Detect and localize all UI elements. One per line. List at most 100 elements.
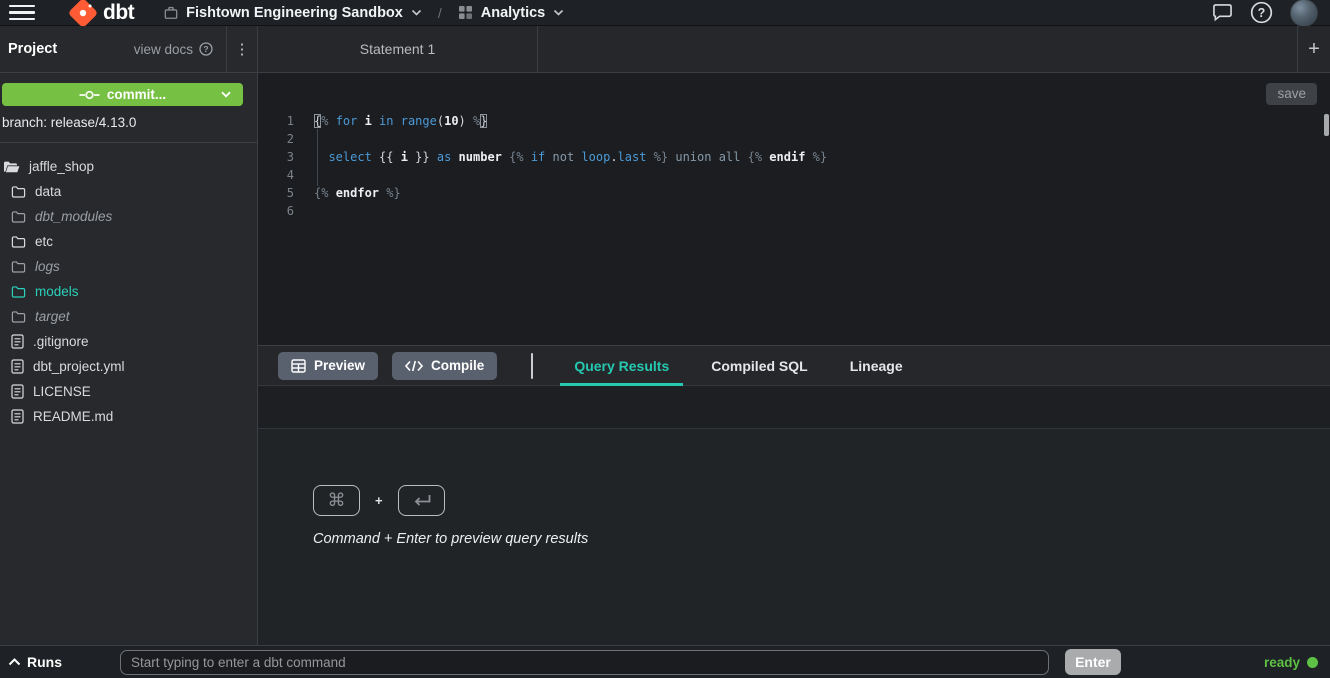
- tree-item-jaffle-shop[interactable]: jaffle_shop: [0, 154, 257, 179]
- file-icon: [11, 359, 24, 374]
- code-content: 1 {% for i in range(10) %} 23 select {{ i …: [258, 73, 1330, 220]
- line-number: 5: [258, 184, 294, 202]
- tab-statement-1[interactable]: Statement 1: [258, 26, 538, 72]
- file-tree: jaffle_shopdata dbt_modulesetc logs models t…: [0, 143, 257, 429]
- code-editor[interactable]: save 1{% for i in range(10) %}23 select …: [258, 73, 1330, 345]
- dbt-cloud-ide: dbt Fishtown Engineering Sandbox / Analy…: [0, 0, 1330, 678]
- help-icon[interactable]: ?: [1250, 1, 1273, 24]
- tree-item-label: data: [35, 184, 61, 199]
- preview-button[interactable]: Preview: [278, 352, 378, 380]
- tree-item--gitignore[interactable]: .gitignore: [0, 329, 257, 354]
- topbar-actions: ?: [1212, 0, 1318, 27]
- breadcrumb-separator: /: [438, 5, 442, 21]
- sidebar-title: Project: [8, 41, 57, 57]
- folder-icon: [11, 285, 26, 299]
- tab-lineage[interactable]: Lineage: [829, 346, 924, 386]
- file-icon: [11, 334, 24, 349]
- tree-item-readme-md[interactable]: README.md: [0, 404, 257, 429]
- tree-item-logs[interactable]: logs: [0, 254, 257, 279]
- account-switcher[interactable]: Fishtown Engineering Sandbox: [186, 5, 403, 21]
- tree-item-label: README.md: [33, 409, 113, 424]
- results-panel: Preview Compile Query Results Compiled S…: [258, 345, 1330, 645]
- line-number: 4: [258, 166, 294, 184]
- svg-text:?: ?: [1258, 6, 1266, 20]
- code-line-2[interactable]: 2: [258, 130, 1330, 148]
- project-switcher[interactable]: Analytics: [481, 5, 545, 21]
- folder-icon: [11, 210, 26, 224]
- line-number: 2: [258, 130, 294, 148]
- tree-item-dbt-modules[interactable]: dbt_modules: [0, 204, 257, 229]
- chat-icon[interactable]: [1212, 3, 1233, 22]
- chevron-up-icon: [8, 658, 21, 666]
- folder-icon: [11, 260, 26, 274]
- code-text: {% for i in range(10) %}: [314, 112, 487, 130]
- tree-item-data[interactable]: data: [0, 179, 257, 204]
- enter-button[interactable]: Enter: [1065, 649, 1121, 675]
- view-docs-link[interactable]: view docs ?: [134, 42, 213, 57]
- tree-item-target[interactable]: target: [0, 304, 257, 329]
- tree-item-license[interactable]: LICENSE: [0, 379, 257, 404]
- line-number: 6: [258, 202, 294, 220]
- results-header-strip: [258, 386, 1330, 429]
- tree-item-label: logs: [35, 259, 60, 274]
- return-key-icon: [398, 485, 445, 516]
- tree-item-label: etc: [35, 234, 53, 249]
- file-icon: [11, 409, 24, 424]
- product-name: dbt: [103, 1, 134, 25]
- line-number: 1: [258, 112, 294, 130]
- breadcrumb: Fishtown Engineering Sandbox / Analytics: [164, 5, 564, 21]
- editor-tab-bar: Statement 1 +: [258, 26, 1330, 73]
- runs-toggle[interactable]: Runs: [8, 654, 62, 670]
- plus-sign: +: [375, 493, 383, 508]
- compile-button[interactable]: Compile: [392, 352, 497, 380]
- user-avatar[interactable]: [1290, 0, 1318, 27]
- results-toolbar: Preview Compile Query Results Compiled S…: [258, 346, 1330, 386]
- dbt-logo-icon: [68, 0, 98, 28]
- tree-item-label: target: [35, 309, 70, 324]
- divider: [531, 353, 533, 379]
- tree-item-etc[interactable]: etc: [0, 229, 257, 254]
- tree-item-models[interactable]: models: [0, 279, 257, 304]
- tab-query-results[interactable]: Query Results: [553, 346, 690, 386]
- folder-icon: [11, 185, 26, 199]
- tree-item-label: dbt_project.yml: [33, 359, 125, 374]
- commit-button[interactable]: commit...: [2, 83, 243, 106]
- tab-compiled-sql[interactable]: Compiled SQL: [690, 346, 828, 386]
- line-number: 3: [258, 148, 294, 166]
- code-line-5[interactable]: 5 {% endfor %}: [258, 184, 1330, 202]
- dbt-command-input[interactable]: [120, 650, 1049, 675]
- folder-open-icon: [3, 160, 20, 174]
- new-tab-button[interactable]: +: [1308, 39, 1320, 59]
- sidebar-header: Project view docs ? ⋮: [0, 26, 257, 73]
- svg-text:?: ?: [203, 44, 208, 54]
- tree-item-label: .gitignore: [33, 334, 89, 349]
- grid-icon: [458, 5, 473, 20]
- briefcase-icon: [164, 6, 178, 20]
- folder-icon: [11, 310, 26, 324]
- editor-scrollbar[interactable]: [1324, 114, 1329, 136]
- tree-item-dbt-project-yml[interactable]: dbt_project.yml: [0, 354, 257, 379]
- status-label: ready: [1264, 655, 1300, 670]
- folder-icon: [11, 235, 26, 249]
- tree-item-label: jaffle_shop: [29, 159, 94, 174]
- code-text: {% endfor %}: [314, 184, 401, 202]
- code-line-6[interactable]: 6: [258, 202, 1330, 220]
- code-line-4[interactable]: 4: [258, 166, 1330, 184]
- top-bar: dbt Fishtown Engineering Sandbox / Analy…: [0, 0, 1330, 26]
- chevron-down-icon: [221, 91, 231, 98]
- new-tab-zone: +: [1297, 26, 1330, 72]
- project-sidebar: Project view docs ? ⋮ commit... bra: [0, 26, 258, 645]
- code-text: select {{ i }} as number {% if not loop.…: [314, 148, 827, 166]
- table-icon: [291, 359, 306, 373]
- hamburger-menu-icon[interactable]: [9, 4, 35, 22]
- status-dot-icon: [1307, 657, 1318, 668]
- connection-status: ready: [1264, 655, 1318, 670]
- main-panel: Statement 1 + save 1{% for i in range(10…: [258, 26, 1330, 645]
- chevron-down-icon[interactable]: [411, 9, 422, 16]
- help-circle-icon: ?: [199, 42, 213, 56]
- chevron-down-icon[interactable]: [553, 9, 564, 16]
- status-bar: Runs Enter ready: [0, 645, 1330, 678]
- code-line-1[interactable]: 1 {% for i in range(10) %}: [258, 112, 1330, 130]
- code-line-3[interactable]: 3 select {{ i }} as number {% if not loo…: [258, 148, 1330, 166]
- sidebar-menu-icon[interactable]: ⋮: [227, 26, 257, 73]
